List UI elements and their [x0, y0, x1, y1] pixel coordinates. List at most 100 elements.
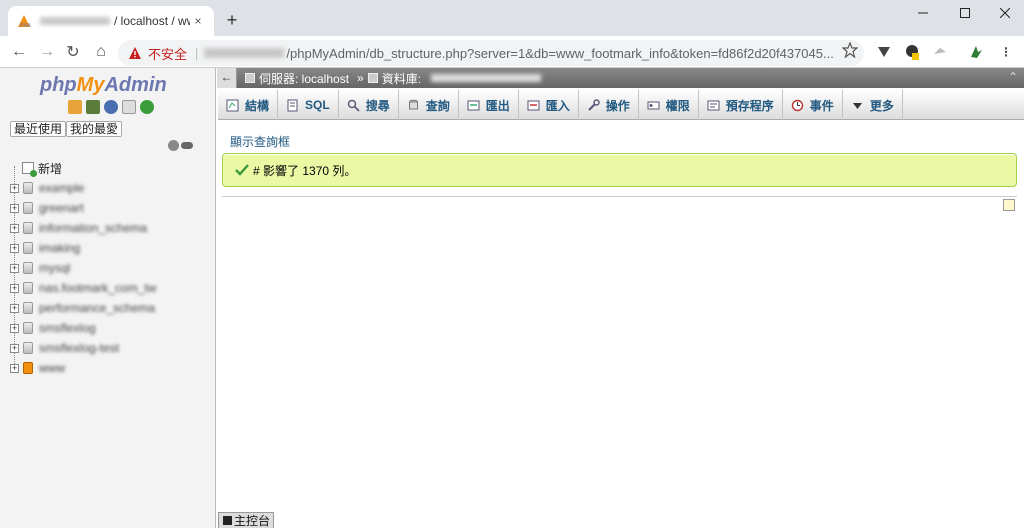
expand-icon[interactable]: + [10, 203, 19, 213]
tree-db-item[interactable]: + information_schema [8, 218, 208, 238]
collapse-all-link[interactable] [168, 140, 193, 151]
tree-db-item[interactable]: + example [8, 178, 208, 198]
maximize-button[interactable] [950, 4, 980, 22]
breadcrumb-db-name-blurred [431, 74, 542, 82]
logout-icon[interactable] [86, 100, 100, 114]
help-icon[interactable] [104, 100, 118, 114]
url-host-blurred [204, 48, 285, 58]
favorite-tables-button[interactable]: 我的最愛 [66, 121, 123, 137]
database-icon [23, 222, 33, 234]
docs-icon[interactable] [122, 100, 136, 114]
profile-extension-icon[interactable] [968, 44, 984, 60]
page-settings-icon[interactable] [1003, 199, 1015, 211]
breadcrumb-server[interactable]: 伺服器: localhost [259, 70, 349, 87]
close-window-button[interactable] [990, 4, 1020, 22]
db-name: imaking [39, 241, 81, 255]
bookmark-star-icon[interactable] [842, 42, 858, 58]
reload-nav-icon[interactable] [140, 100, 154, 114]
console-toggle[interactable]: 主控台 [218, 512, 274, 528]
logo-my: My [76, 74, 105, 96]
minimize-button[interactable] [908, 4, 938, 22]
collapse-nav-button[interactable]: ← [217, 68, 237, 88]
database-icon [23, 322, 33, 334]
expand-icon[interactable]: + [10, 343, 19, 353]
tab-operations-label: 操作 [605, 98, 630, 113]
logo-admin: Admin [104, 74, 167, 96]
show-query-box-link[interactable]: 顯示查詢框 [230, 133, 290, 150]
tab-sql[interactable]: SQL [278, 90, 339, 120]
tab-close-icon[interactable]: × [190, 13, 206, 29]
expand-icon[interactable]: + [10, 363, 19, 373]
home-button[interactable]: ⌂ [90, 42, 112, 62]
database-selected-icon [23, 362, 33, 374]
tab-events[interactable]: 事件 [783, 90, 843, 120]
tab-routines[interactable]: 預存程序 [699, 90, 783, 120]
db-name: example [39, 181, 85, 195]
tree-db-item[interactable]: + performance_schema [8, 298, 208, 318]
routines-icon [707, 100, 720, 110]
back-button[interactable]: ← [8, 42, 30, 62]
expand-icon[interactable]: + [10, 183, 19, 193]
tab-more[interactable]: 更多 [843, 90, 903, 120]
db-name: greenart [39, 201, 84, 215]
new-tab-button[interactable]: + [222, 10, 242, 30]
tab-more-label: 更多 [869, 98, 894, 113]
database-icon [23, 302, 33, 314]
tree-db-item[interactable]: + nas.footmark_com_tw [8, 278, 208, 298]
expand-icon[interactable]: + [10, 243, 19, 253]
recent-tables-button[interactable]: 最近使用 [10, 121, 67, 137]
tab-search[interactable]: 搜尋 [339, 90, 399, 120]
chevron-down-icon [852, 102, 862, 109]
tab-structure[interactable]: 結構 [218, 90, 279, 120]
phpmyadmin-logo[interactable]: phpMyAdmin [40, 74, 167, 97]
scroll-top-icon[interactable]: ⌃ [1008, 70, 1018, 84]
logo-php: php [40, 74, 77, 96]
browser-menu-icon[interactable]: ⋮ [998, 44, 1014, 60]
warning-icon [129, 47, 141, 59]
tree-db-item[interactable]: + smsflexlog [8, 318, 208, 338]
tab-import[interactable]: 匯入 [519, 90, 579, 120]
success-text: # 影響了 1370 列。 [253, 163, 357, 178]
collapse-icon [168, 140, 179, 151]
wrench-icon [588, 98, 600, 111]
bird-extension-icon[interactable] [932, 44, 948, 60]
face-extension-icon[interactable] [904, 44, 920, 60]
tree-db-item[interactable]: + greenart [8, 198, 208, 218]
breadcrumb-database[interactable]: 資料庫: [382, 70, 421, 87]
tab-sql-label: SQL [305, 98, 330, 112]
navigation-panel: phpMyAdmin 最近使用 我的最愛 新增 + example + greena… [0, 68, 216, 528]
tab-title: / localhost / www [114, 14, 190, 28]
minimize-icon [918, 12, 928, 14]
expand-icon[interactable]: + [10, 283, 19, 293]
tree-new-item[interactable]: 新增 [8, 158, 208, 178]
home-icon[interactable] [68, 100, 82, 114]
tree-db-item-selected[interactable]: + www [8, 358, 208, 378]
browser-tabstrip: PMA / localhost / www × + [0, 0, 1024, 36]
expand-icon[interactable]: + [10, 303, 19, 313]
tab-query[interactable]: 查詢 [399, 90, 459, 120]
console-label: 主控台 [234, 513, 271, 528]
tree-db-item[interactable]: + smsflexlog-test [8, 338, 208, 358]
address-bar: ← → ↻ ⌂ 不安全 | /phpMyAdmin/db_structure.p… [0, 36, 1024, 68]
browser-tab[interactable]: PMA / localhost / www × [8, 6, 214, 36]
link-icon [181, 142, 193, 149]
reload-button[interactable]: ↻ [62, 42, 84, 62]
tree-db-item[interactable]: + imaking [8, 238, 208, 258]
vpn-extension-icon[interactable] [876, 44, 892, 60]
server-icon [245, 73, 255, 83]
tab-privileges[interactable]: 權限 [639, 90, 699, 120]
forward-button[interactable]: → [36, 42, 58, 62]
database-icon [23, 202, 33, 214]
expand-icon[interactable]: + [10, 223, 19, 233]
tab-export[interactable]: 匯出 [459, 90, 519, 120]
database-icon [23, 342, 33, 354]
expand-icon[interactable]: + [10, 323, 19, 333]
url-field[interactable]: 不安全 | /phpMyAdmin/db_structure.php?serve… [118, 40, 864, 66]
tree-db-item[interactable]: + mysql [8, 258, 208, 278]
privileges-icon [647, 101, 660, 109]
sql-icon [287, 99, 298, 111]
db-name: www [39, 361, 65, 375]
tab-operations[interactable]: 操作 [579, 90, 639, 120]
db-name: performance_schema [39, 301, 156, 315]
expand-icon[interactable]: + [10, 263, 19, 273]
